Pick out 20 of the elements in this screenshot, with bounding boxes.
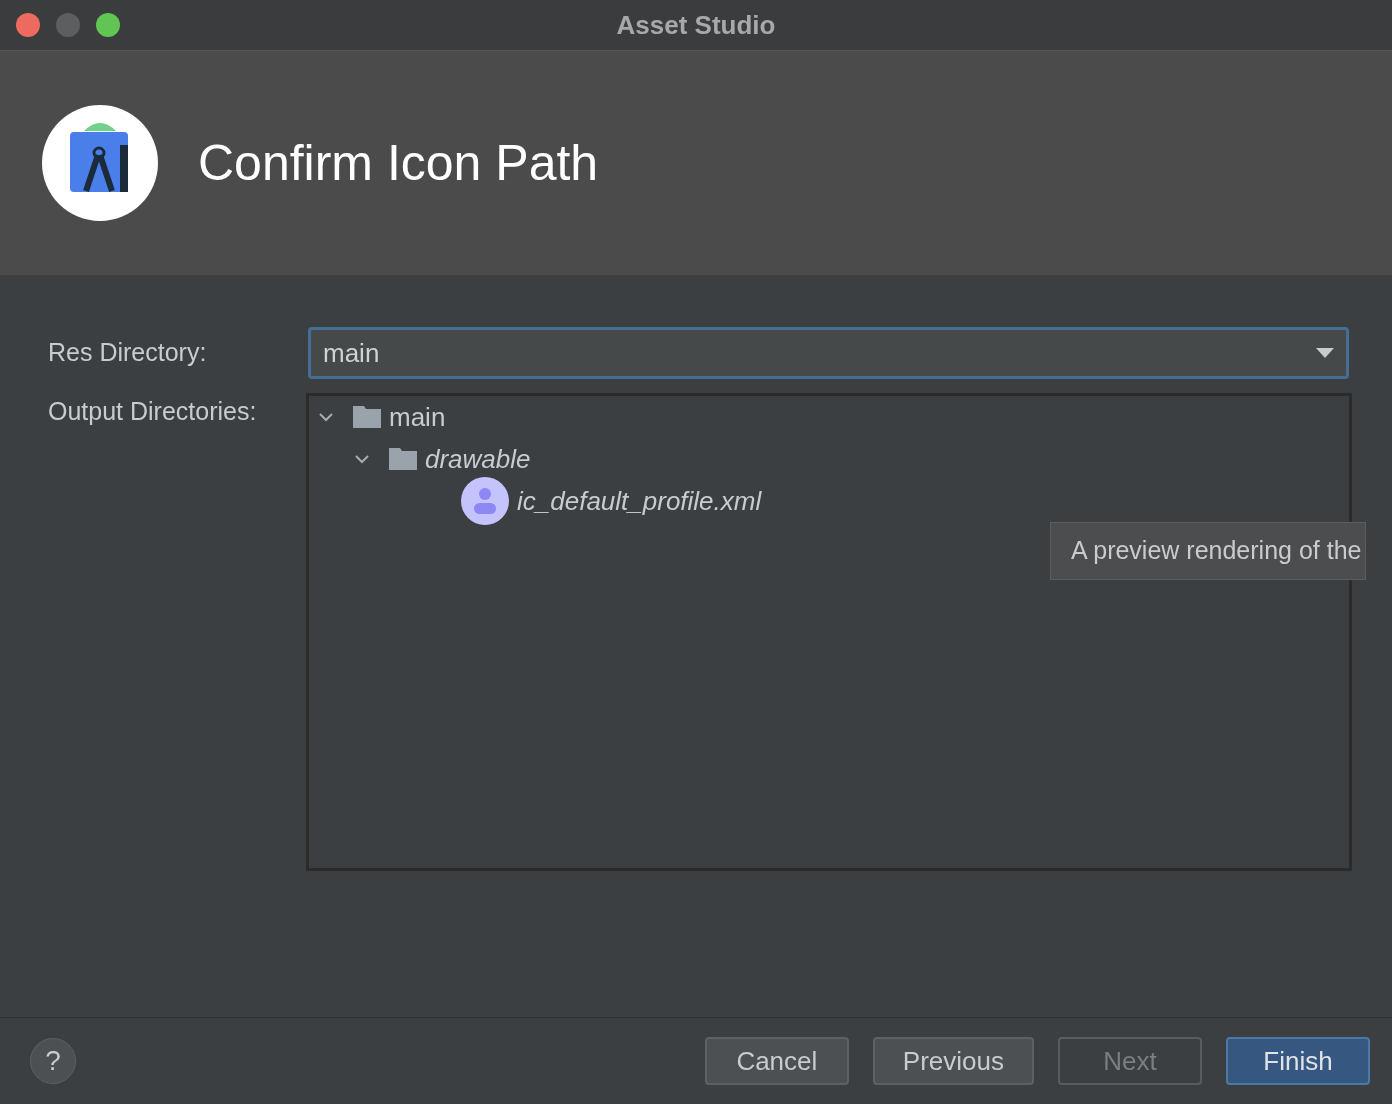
app-logo-icon xyxy=(42,105,158,221)
res-directory-dropdown[interactable]: main xyxy=(308,327,1349,379)
dropdown-caret-icon xyxy=(1316,348,1334,358)
folder-icon xyxy=(353,406,381,428)
dialog-button[interactable]: Finish xyxy=(1226,1037,1370,1085)
profile-icon xyxy=(461,477,509,525)
tree-item-label[interactable]: main xyxy=(389,397,446,437)
tree-item-label[interactable]: ic_default_profile.xml xyxy=(517,481,762,521)
folder-icon xyxy=(389,448,417,470)
help-button[interactable]: ? xyxy=(30,1038,76,1084)
window-title: Asset Studio xyxy=(616,8,776,42)
dialog-button[interactable]: Previous xyxy=(872,1037,1034,1085)
maximize-icon[interactable] xyxy=(96,13,120,37)
field-label: Output Directories: xyxy=(48,396,258,427)
close-icon[interactable] xyxy=(16,13,40,37)
page-title: Confirm Icon Path xyxy=(198,133,599,193)
field-label: Res Directory: xyxy=(48,337,208,369)
tree-item-label[interactable]: drawable xyxy=(425,439,531,479)
tooltip: A preview rendering of the xyxy=(1050,522,1367,580)
dialog-button[interactable]: Cancel xyxy=(704,1037,849,1085)
